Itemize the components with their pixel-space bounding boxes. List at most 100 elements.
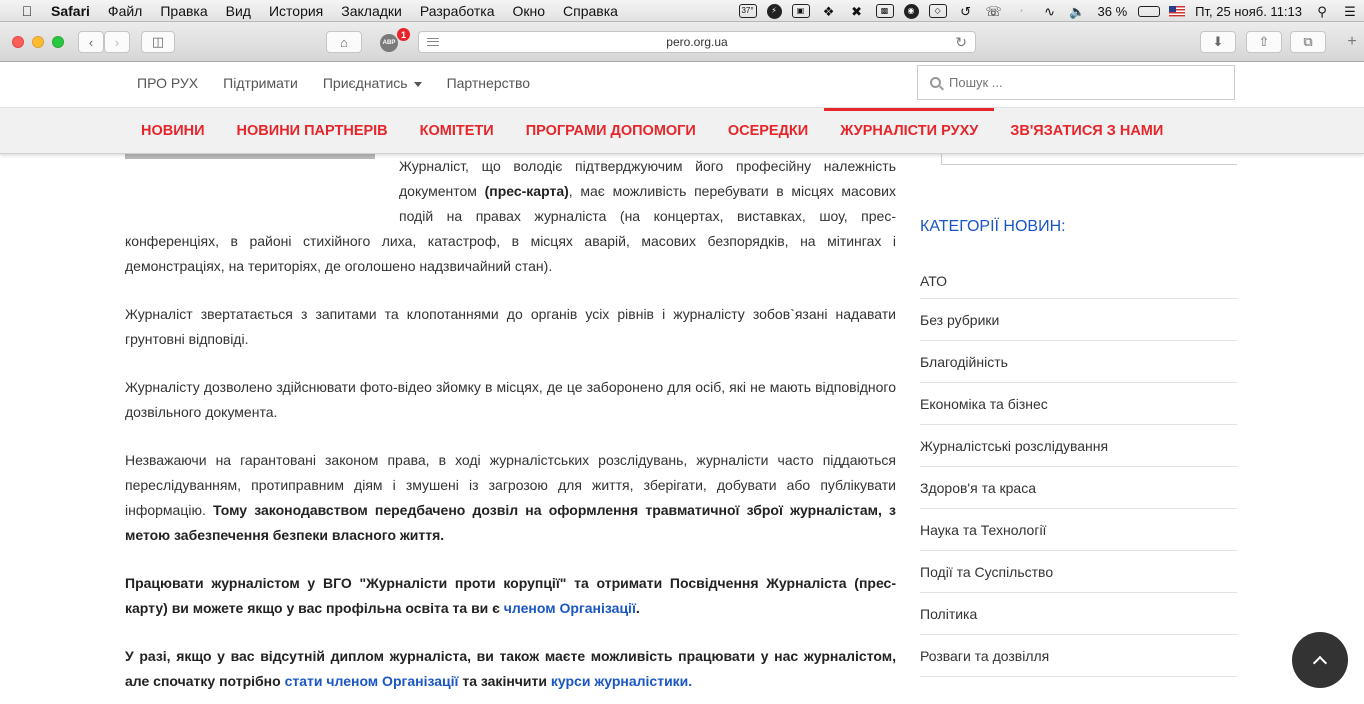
category-item[interactable]: Економіка та бізнес — [920, 383, 1237, 425]
search-box[interactable] — [917, 65, 1235, 100]
paragraph-no-diploma: У разі, якщо у вас відсутній диплом журн… — [125, 644, 896, 694]
chevron-up-icon — [1312, 655, 1328, 670]
temperature-icon[interactable]: 37° — [738, 4, 757, 18]
reader-icon[interactable] — [427, 38, 439, 46]
menu-edit[interactable]: Правка — [151, 3, 216, 19]
p6-mid: та закінчити — [458, 673, 551, 689]
search-input[interactable] — [949, 75, 1209, 90]
nav-journalists[interactable]: ЖУРНАЛІСТИ РУХУ — [824, 107, 995, 154]
menu-view[interactable]: Вид — [217, 3, 260, 19]
bookmark-app-icon[interactable]: ▣ — [791, 4, 810, 18]
plus-icon: + — [1347, 33, 1357, 50]
chevron-left-icon: ‹ — [88, 34, 94, 50]
window-minimize-button[interactable] — [32, 36, 44, 48]
paragraph-requests: Журналіст звертатається з запитами та кл… — [125, 306, 896, 347]
menu-bookmarks[interactable]: Закладки — [332, 3, 411, 19]
caret-down-icon — [413, 81, 422, 87]
article-image — [125, 154, 375, 159]
battery-percent[interactable]: 36 % — [1098, 4, 1128, 19]
adblock-plus-icon[interactable]: ABP — [380, 34, 398, 52]
us-flag-icon[interactable] — [1169, 5, 1186, 17]
forward-button[interactable]: › — [104, 31, 130, 53]
become-member-link[interactable]: стати членом Організації — [285, 673, 459, 689]
new-tab-button[interactable]: + — [1340, 22, 1364, 62]
category-item[interactable]: Події та Суспільство — [920, 551, 1237, 593]
category-item[interactable]: Без рубрики — [920, 299, 1237, 341]
scroll-to-top-button[interactable] — [1292, 632, 1348, 688]
window-close-button[interactable] — [12, 36, 24, 48]
downloads-button[interactable]: ⬇ — [1200, 31, 1236, 53]
p4-bold: Тому законодавством передбачено дозвіл н… — [125, 502, 896, 543]
reload-icon[interactable]: ↻ — [955, 34, 967, 51]
adblock-badge: 1 — [397, 28, 410, 41]
dropbox-icon[interactable]: ❖ — [820, 4, 838, 18]
top-nav: ПРО РУХ Підтримати Приєднатись Партнерст… — [137, 63, 555, 103]
spotlight-search-icon[interactable]: ⚲ — [1313, 4, 1331, 18]
paragraph-photo-video: Журналісту дозволено здійснювати фото-ві… — [125, 379, 896, 420]
topnav-join-label: Приєднатись — [322, 75, 408, 91]
bluetooth-icon[interactable]: ᛫ — [1013, 4, 1031, 18]
menu-history[interactable]: История — [260, 3, 332, 19]
search-icon — [930, 77, 941, 88]
menubar-tray: 37° ⚡ ▣ ❖ ✖ ▩ ◉ ◇ ↺ ☏ ᛫ ∿ 🔈 36 % Пт, 25 … — [734, 0, 1364, 22]
home-button[interactable]: ⌂ — [326, 31, 362, 53]
category-item[interactable]: Журналістські розслідування — [920, 425, 1237, 467]
category-item[interactable]: Розваги та дозвілля — [920, 635, 1237, 677]
categories-title: КАТЕГОРІЇ НОВИН: — [920, 218, 1066, 235]
menu-file[interactable]: Файл — [99, 3, 151, 19]
wifi-icon[interactable]: ∿ — [1041, 4, 1059, 18]
member-link[interactable]: членом Організації — [504, 600, 636, 616]
timemachine-icon[interactable]: ↺ — [957, 4, 975, 18]
topnav-support[interactable]: Підтримати — [223, 75, 298, 91]
safari-toolbar: ‹ › ◫ ⌂ ABP 1 pero.org.ua ↻ ⬇ ⇧ ⧉ — [0, 22, 1364, 62]
apple-icon[interactable]:  — [12, 3, 42, 19]
category-item[interactable]: Здоров'я та краса — [920, 467, 1237, 509]
menu-app-safari[interactable]: Safari — [42, 3, 99, 19]
address-url[interactable]: pero.org.ua — [666, 35, 727, 49]
shield-app-icon[interactable]: ◇ — [928, 4, 947, 18]
tabs-overview-button[interactable]: ⧉ — [1290, 31, 1326, 53]
category-item[interactable]: Політика — [920, 593, 1237, 635]
chevron-right-icon: › — [114, 34, 120, 50]
eye-icon[interactable]: ◉ — [903, 3, 919, 19]
volume-icon[interactable]: 🔈 — [1069, 4, 1087, 18]
nav-committees[interactable]: КОМІТЕТИ — [404, 108, 510, 154]
category-item[interactable]: Благодійність — [920, 341, 1237, 383]
paragraph-work-with-us: Працювати журналістом у ВГО "Журналісти … — [125, 571, 896, 621]
back-button[interactable]: ‹ — [78, 31, 104, 53]
notification-center-icon[interactable]: ☰ — [1341, 4, 1359, 18]
categories-list: АТО Без рубрики Благодійність Економіка … — [920, 264, 1237, 677]
macos-menubar:  Safari Файл Правка Вид История Закладк… — [0, 0, 1364, 22]
article-body: Журналіст, що володіє підтверджуючим йог… — [125, 154, 896, 704]
menu-develop[interactable]: Разработка — [411, 3, 504, 19]
topnav-about[interactable]: ПРО РУХ — [137, 75, 198, 91]
window-zoom-button[interactable] — [52, 36, 64, 48]
clock-datetime[interactable]: Пт, 25 нояб. 11:13 — [1195, 4, 1302, 19]
p1-bold: (прес-карта) — [484, 183, 569, 199]
phone-icon[interactable]: ☏ — [985, 4, 1003, 18]
menu-window[interactable]: Окно — [503, 3, 554, 19]
category-item[interactable]: Наука та Технології — [920, 509, 1237, 551]
lightning-icon[interactable]: ⚡ — [766, 3, 782, 19]
download-icon: ⬇ — [1212, 34, 1224, 49]
nav-contact[interactable]: ЗВ'ЯЗАТИСЯ З НАМИ — [994, 108, 1179, 154]
nav-news[interactable]: НОВИНИ — [125, 108, 221, 154]
address-bar[interactable]: pero.org.ua ↻ — [418, 31, 976, 53]
journalism-courses-link[interactable]: курси журналістики. — [551, 673, 692, 689]
nav-branches[interactable]: ОСЕРЕДКИ — [712, 108, 824, 154]
tools-icon[interactable]: ✖ — [848, 4, 866, 18]
topnav-join[interactable]: Приєднатись — [323, 75, 422, 91]
nav-aid-programs[interactable]: ПРОГРАМИ ДОПОМОГИ — [510, 108, 712, 154]
share-button[interactable]: ⇧ — [1246, 31, 1282, 53]
main-nav: НОВИНИ НОВИНИ ПАРТНЕРІВ КОМІТЕТИ ПРОГРАМ… — [0, 107, 1364, 154]
site-top-header: ПРО РУХ Підтримати Приєднатись Партнерст… — [0, 63, 1364, 108]
menu-help[interactable]: Справка — [554, 3, 627, 19]
tabs-icon: ⧉ — [1303, 34, 1313, 49]
home-icon: ⌂ — [340, 34, 348, 50]
nav-partner-news[interactable]: НОВИНИ ПАРТНЕРІВ — [221, 108, 404, 154]
topnav-partnership[interactable]: Партнерство — [447, 75, 531, 91]
screen-icon[interactable]: ▩ — [875, 4, 894, 18]
category-item[interactable]: АТО — [920, 264, 1237, 299]
battery-icon[interactable] — [1138, 5, 1161, 17]
sidebar-toggle-button[interactable]: ◫ — [141, 31, 175, 53]
